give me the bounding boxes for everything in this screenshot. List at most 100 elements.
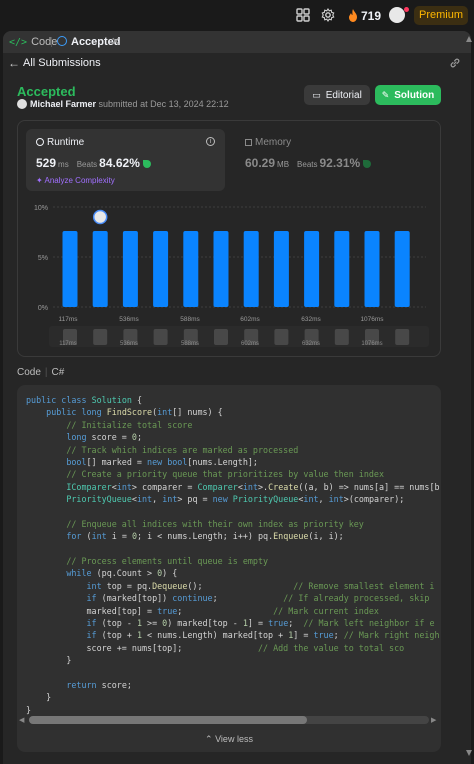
chevrons-up-icon: ⌃: [205, 734, 216, 744]
view-less-label: View less: [215, 734, 253, 744]
link-icon[interactable]: [449, 57, 461, 69]
chart-svg: 10% 5% 0% 117ms 536ms 588ms 602ms 632ms 1076ms 11…: [34, 205, 429, 347]
tab-code-label: Code: [31, 36, 58, 48]
mini-x-tick-label: 588ms: [181, 341, 199, 347]
leaf-icon: [142, 160, 151, 168]
mini-bar: [214, 329, 228, 345]
bar: [92, 231, 108, 307]
bar: [243, 231, 259, 307]
avatar[interactable]: [389, 7, 405, 23]
bar: [183, 231, 199, 307]
mini-bar: [153, 329, 168, 345]
bar: [153, 231, 169, 307]
mini-x-tick-label: 1076ms: [361, 341, 382, 347]
fire-icon[interactable]: [348, 9, 358, 22]
runtime-box[interactable]: Runtime i 529 ms Beats 84.62% ✦ Analyze Com…: [26, 129, 225, 191]
memory-value: 60.29: [245, 156, 276, 170]
scrollbar-thumb[interactable]: [29, 716, 307, 724]
runtime-unit: ms: [58, 160, 69, 169]
submission-status: Accepted: [17, 84, 76, 99]
horizontal-scrollbar[interactable]: [29, 716, 429, 724]
bar: [213, 231, 229, 307]
code-block[interactable]: public class Solution { public long Find…: [17, 385, 441, 752]
bar: [364, 231, 380, 307]
x-tick-label: 536ms: [119, 316, 139, 323]
code-line: // Enqueue all indices with their own in…: [26, 518, 364, 529]
code-line: // Track which indices are marked as pro…: [26, 444, 299, 455]
editorial-label: Editorial: [325, 90, 362, 101]
back-arrow-icon[interactable]: ←: [8, 56, 20, 70]
y-tick-label: 10%: [34, 205, 48, 212]
code-line: while (pq.Count > 0) {: [66, 568, 178, 579]
code-line: }: [26, 704, 32, 715]
runtime-value: 529: [36, 156, 57, 170]
mini-x-tick-label: 602ms: [241, 341, 259, 347]
runtime-label: Runtime: [47, 137, 85, 148]
x-tick-label: 1076ms: [360, 316, 384, 323]
sub-bar: ← All Submissions: [3, 53, 471, 73]
x-tick-label: 117ms: [58, 316, 78, 323]
memory-box[interactable]: Memory 60.29 MB Beats 92.31%: [235, 129, 434, 191]
bar: [122, 231, 138, 307]
code-language: C#: [51, 367, 65, 378]
memory-beats-value: 92.31%: [319, 156, 361, 170]
all-submissions-link[interactable]: All Submissions: [23, 57, 101, 69]
code-line: if (marked[top]) continue; // If already…: [86, 593, 430, 604]
bar: [334, 231, 350, 307]
mini-x-tick-label: 632ms: [302, 341, 320, 347]
code-icon: </>: [9, 37, 28, 48]
mini-bar: [93, 329, 108, 345]
analyze-complexity-link[interactable]: ✦ Analyze Complexity: [36, 176, 115, 185]
top-bar: 719 Premium: [0, 0, 474, 30]
close-icon[interactable]: ✕: [111, 31, 120, 53]
vertical-scrollbar[interactable]: [466, 36, 472, 756]
author-name[interactable]: Michael Farmer: [30, 99, 96, 109]
y-tick-label: 5%: [38, 255, 48, 262]
code-line: public long FindScore(int[] nums) {: [46, 407, 223, 418]
notification-dot: [404, 7, 409, 12]
view-less-button[interactable]: ⌃ View less: [17, 734, 441, 745]
runtime-beats-value: 84.62%: [99, 156, 140, 170]
code-header: Code | C#: [17, 367, 64, 378]
scroll-left-arrow[interactable]: ◀: [19, 716, 24, 724]
gear-icon[interactable]: [321, 8, 335, 22]
code-line: long score = 0;: [66, 432, 142, 443]
premium-button[interactable]: Premium: [414, 6, 468, 25]
editorial-button[interactable]: ▭ Editorial: [304, 85, 370, 105]
x-tick-label: 632ms: [301, 316, 321, 323]
code-line: // Initialize total score: [26, 419, 193, 430]
memory-beats-label: Beats: [297, 160, 318, 169]
submission-panel: </> Code Accepted ✕ ← All Submissions Acc…: [3, 31, 471, 764]
bar: [273, 231, 289, 307]
clock-icon: [36, 138, 44, 146]
edit-icon: ✎: [381, 90, 390, 100]
code-line: IComparer<int> comparer = Comparer<int>.…: [66, 481, 440, 492]
code-line: for (int i = 0; i < nums.Length; i++) pq…: [66, 531, 344, 542]
streak-count[interactable]: 719: [361, 9, 381, 23]
check-circle-icon: [57, 36, 67, 46]
scroll-right-arrow[interactable]: ▶: [431, 716, 436, 724]
solution-button[interactable]: ✎ Solution: [375, 85, 441, 105]
tab-divider: [51, 37, 52, 47]
bar: [304, 231, 320, 307]
code-line: bool[] marked = new bool[nums.Length];: [66, 456, 258, 467]
code-line: public class Solution {: [26, 395, 142, 405]
mini-x-tick-label: 536ms: [120, 341, 138, 347]
runtime-value-row: 529 ms Beats 84.62%: [36, 156, 151, 170]
info-icon[interactable]: i: [206, 137, 215, 146]
code-text: public class Solution { public long Find…: [26, 394, 440, 716]
mini-bar: [395, 329, 410, 345]
runtime-distribution-chart[interactable]: 10% 5% 0% 117ms 536ms 588ms 602ms 632ms 1076ms 11…: [18, 199, 442, 349]
code-line: PriorityQueue<int, int> pq = new Priorit…: [66, 494, 405, 505]
author-avatar: [17, 99, 27, 109]
bar: [62, 231, 78, 307]
mini-bar: [334, 329, 349, 345]
memory-value-row: 60.29 MB Beats 92.31%: [245, 156, 372, 170]
analyze-label: Analyze Complexity: [44, 176, 115, 185]
code-line: }: [26, 692, 52, 703]
grid-icon[interactable]: [296, 8, 310, 22]
stats-card: Runtime i 529 ms Beats 84.62% ✦ Analyze Com…: [17, 120, 441, 357]
